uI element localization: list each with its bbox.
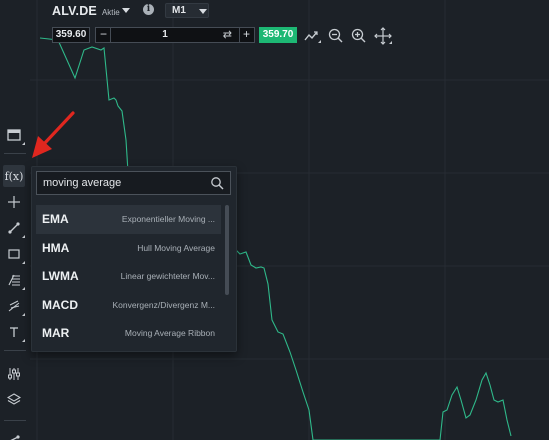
sidebar-divider bbox=[4, 153, 26, 154]
drawing-toolbar: f(x) bbox=[0, 0, 30, 440]
decrease-quantity-button[interactable]: − bbox=[97, 28, 111, 42]
indicator-code: EMA bbox=[42, 212, 69, 227]
indicator-search-input[interactable] bbox=[43, 175, 203, 191]
timeframe-select[interactable]: M1 bbox=[165, 3, 209, 18]
instrument-selector[interactable]: ALV.DE Aktie bbox=[52, 4, 120, 18]
sidebar-divider bbox=[4, 350, 26, 351]
fibonacci-tool[interactable] bbox=[3, 269, 25, 291]
indicator-result-ema[interactable]: EMA Exponentieller Moving ... bbox=[36, 205, 221, 234]
indicator-search-box[interactable] bbox=[36, 171, 231, 195]
indicator-code: HMA bbox=[42, 240, 70, 255]
expand-corner-icon bbox=[22, 235, 25, 238]
layers-tool[interactable] bbox=[3, 389, 25, 411]
fibonacci-icon bbox=[8, 274, 20, 286]
function-icon: f(x) bbox=[4, 169, 24, 183]
sell-button[interactable]: 359.60 bbox=[52, 27, 90, 43]
crosshair-tool[interactable] bbox=[3, 191, 25, 213]
expand-corner-icon bbox=[22, 313, 25, 316]
results-scrollbar[interactable] bbox=[225, 205, 229, 295]
indicator-code: LWMA bbox=[42, 269, 79, 284]
move-icon[interactable] bbox=[374, 27, 392, 45]
zoom-in-icon[interactable] bbox=[350, 27, 368, 45]
indicator-result-mar[interactable]: MAR Moving Average Ribbon bbox=[36, 319, 221, 348]
text-icon bbox=[10, 327, 18, 337]
chevron-down-icon bbox=[199, 9, 207, 14]
indicator-description: Moving Average Ribbon bbox=[124, 328, 215, 339]
indicator-search-panel: EMA Exponentieller Moving ... HMA Hull M… bbox=[31, 166, 237, 352]
pitchfork-icon bbox=[8, 300, 20, 312]
symbol-dropdown-icon[interactable] bbox=[122, 8, 130, 13]
zoom-out-icon[interactable] bbox=[327, 27, 345, 45]
expand-corner-icon bbox=[22, 261, 25, 264]
sidebar-divider bbox=[4, 420, 26, 421]
indicators-tool[interactable]: f(x) bbox=[3, 165, 25, 187]
rectangle-tool[interactable] bbox=[3, 243, 25, 265]
indicator-description: Hull Moving Average bbox=[137, 242, 215, 253]
info-icon[interactable]: i bbox=[143, 4, 154, 15]
indicator-description: Linear gewichteter Mov... bbox=[120, 271, 215, 282]
plus-icon bbox=[8, 196, 20, 208]
quantity-stepper[interactable]: − 1 ⇄ + bbox=[95, 27, 255, 43]
search-icon[interactable] bbox=[210, 176, 224, 190]
window-icon bbox=[7, 129, 21, 141]
indicator-result-macd[interactable]: MACD Konvergenz/Divergenz M... bbox=[36, 291, 221, 320]
indicator-description: Konvergenz/Divergenz M... bbox=[112, 299, 215, 310]
layout-tool[interactable] bbox=[3, 124, 25, 146]
indicator-description: Exponentieller Moving ... bbox=[121, 214, 215, 225]
indicator-code: MACD bbox=[42, 297, 78, 312]
rectangle-icon bbox=[8, 249, 20, 259]
trendline-icon bbox=[8, 222, 20, 234]
chart-settings-tool[interactable] bbox=[3, 363, 25, 385]
layers-icon bbox=[7, 393, 21, 405]
trendline-tool[interactable] bbox=[3, 217, 25, 239]
trendline-tool-bottom[interactable] bbox=[3, 426, 25, 440]
trendline-icon bbox=[10, 435, 20, 440]
text-tool[interactable] bbox=[3, 321, 25, 343]
symbol-name: ALV.DE bbox=[52, 4, 97, 18]
indicator-results-list: EMA Exponentieller Moving ... HMA Hull M… bbox=[36, 205, 221, 348]
indicator-code: MAR bbox=[42, 326, 70, 341]
buy-button[interactable]: 359.70 bbox=[259, 27, 297, 43]
expand-corner-icon bbox=[22, 142, 25, 145]
expand-corner-icon bbox=[22, 287, 25, 290]
sliders-icon bbox=[8, 368, 20, 380]
indicator-result-lwma[interactable]: LWMA Linear gewichteter Mov... bbox=[36, 262, 221, 291]
increase-quantity-button[interactable]: + bbox=[239, 28, 253, 42]
asset-type: Aktie bbox=[101, 8, 120, 17]
pitchfork-tool[interactable] bbox=[3, 295, 25, 317]
expand-corner-icon bbox=[22, 339, 25, 342]
swap-icon[interactable]: ⇄ bbox=[223, 28, 232, 41]
quantity-value[interactable]: 1 bbox=[116, 29, 214, 40]
timeframe-label: M1 bbox=[172, 5, 186, 16]
indicator-result-hma[interactable]: HMA Hull Moving Average bbox=[36, 234, 221, 263]
chart-type-icon[interactable] bbox=[303, 27, 321, 45]
